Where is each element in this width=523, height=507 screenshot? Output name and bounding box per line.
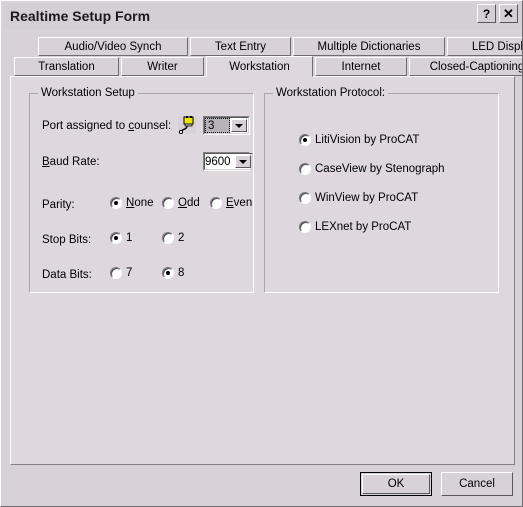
group-title-workstation-setup: Workstation Setup xyxy=(38,87,138,99)
tab-label: Multiple Dictionaries xyxy=(317,40,421,53)
tab-label: Writer xyxy=(147,60,178,73)
baud-rate-label: Baud Rate: xyxy=(42,156,100,168)
radio-label: 7 xyxy=(126,267,133,279)
radio-dot xyxy=(210,197,222,209)
tab-label: Text Entry xyxy=(214,40,267,53)
chevron-down-icon[interactable] xyxy=(231,119,247,132)
radio-protocol-lexnet[interactable]: LEXnet by ProCAT xyxy=(299,221,411,233)
tab-strip: Audio/Video Synch Text Entry Multiple Di… xyxy=(10,37,522,77)
chevron-down-icon[interactable] xyxy=(234,155,251,168)
question-mark-icon: ? xyxy=(482,6,491,21)
close-button[interactable]: ✕ xyxy=(499,4,518,23)
group-title-workstation-protocol: Workstation Protocol: xyxy=(273,87,389,99)
radio-protocol-litivision[interactable]: LitiVision by ProCAT xyxy=(299,134,419,146)
tab-translation[interactable]: Translation xyxy=(14,57,119,76)
tab-closed-captioning[interactable]: Closed-Captioning xyxy=(409,57,523,76)
radio-data-bits-8[interactable]: 8 xyxy=(162,267,184,279)
cancel-button[interactable]: Cancel xyxy=(441,472,513,496)
tab-label: Audio/Video Synch xyxy=(64,40,162,53)
radio-protocol-caseview[interactable]: CaseView by Stenograph xyxy=(299,163,445,175)
tab-label: Workstation xyxy=(229,60,290,73)
radio-label: Odd xyxy=(178,197,200,209)
radio-label: None xyxy=(126,197,154,209)
data-bits-label: Data Bits: xyxy=(42,269,92,281)
radio-dot xyxy=(162,267,174,279)
radio-dot xyxy=(299,163,311,175)
radio-dot xyxy=(162,197,174,209)
radio-dot xyxy=(110,232,122,244)
tab-audio-video-synch[interactable]: Audio/Video Synch xyxy=(38,37,188,56)
window-title: Realtime Setup Form xyxy=(10,8,151,24)
radio-dot xyxy=(299,134,311,146)
close-x-icon: ✕ xyxy=(503,6,514,21)
tab-label: Closed-Captioning xyxy=(429,60,523,73)
parity-label: Parity: xyxy=(42,199,75,211)
radio-parity-none[interactable]: None xyxy=(110,197,154,209)
ok-button-label: OK xyxy=(387,478,405,490)
radio-label: CaseView by Stenograph xyxy=(315,163,445,175)
baud-rate-value: 9600 xyxy=(205,154,234,169)
title-bar[interactable]: Realtime Setup Form xyxy=(3,3,522,29)
tab-writer[interactable]: Writer xyxy=(121,57,204,76)
radio-data-bits-7[interactable]: 7 xyxy=(110,267,132,279)
tab-page-workstation: Workstation Setup Port assigned to couns… xyxy=(10,76,515,465)
port-value: 3 xyxy=(205,118,230,133)
tab-text-entry[interactable]: Text Entry xyxy=(190,37,291,56)
radio-dot xyxy=(299,221,311,233)
tab-label: LED Display xyxy=(471,40,523,53)
tab-led-display[interactable]: LED Display xyxy=(447,37,523,56)
radio-parity-even[interactable]: Even xyxy=(210,197,252,209)
group-workstation-protocol: Workstation Protocol: LitiVision by ProC… xyxy=(264,87,499,293)
tab-multiple-dictionaries[interactable]: Multiple Dictionaries xyxy=(293,37,445,56)
radio-stop-bits-1[interactable]: 1 xyxy=(110,232,132,244)
radio-protocol-winview[interactable]: WinView by ProCAT xyxy=(299,192,418,204)
ok-button[interactable]: OK xyxy=(360,472,432,496)
radio-label: LEXnet by ProCAT xyxy=(315,221,412,233)
cancel-button-label: Cancel xyxy=(459,478,495,490)
radio-label: 1 xyxy=(126,232,133,244)
stop-bits-label: Stop Bits: xyxy=(42,234,92,246)
radio-label: 2 xyxy=(178,232,185,244)
radio-dot xyxy=(110,267,122,279)
tab-internet[interactable]: Internet xyxy=(315,57,407,76)
baud-rate-combobox[interactable]: 9600 xyxy=(203,152,253,171)
radio-stop-bits-2[interactable]: 2 xyxy=(162,232,184,244)
serial-plug-icon xyxy=(178,116,196,134)
port-assigned-label: Port assigned to counsel: xyxy=(42,120,172,132)
radio-dot xyxy=(299,192,311,204)
tab-label: Internet xyxy=(341,60,381,73)
help-button[interactable]: ? xyxy=(477,4,496,23)
tab-workstation[interactable]: Workstation xyxy=(206,56,313,77)
radio-label: WinView by ProCAT xyxy=(315,192,419,204)
radio-label: Even xyxy=(226,197,253,209)
radio-dot xyxy=(162,232,174,244)
radio-parity-odd[interactable]: Odd xyxy=(162,197,200,209)
group-workstation-setup: Workstation Setup Port assigned to couns… xyxy=(29,87,254,293)
dialog-window: Realtime Setup Form ? ✕ Audio/Video Sync… xyxy=(0,0,523,507)
radio-label: 8 xyxy=(178,267,185,279)
port-combobox[interactable]: 3 xyxy=(203,116,250,135)
radio-label: LitiVision by ProCAT xyxy=(315,134,420,146)
tab-label: Translation xyxy=(38,60,95,73)
radio-dot xyxy=(110,197,122,209)
